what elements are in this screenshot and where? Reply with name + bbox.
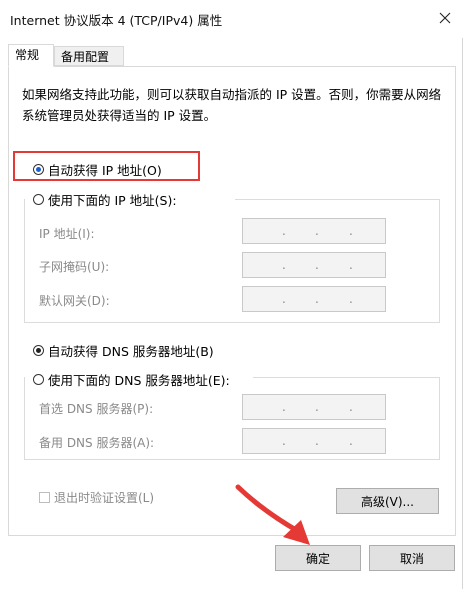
- dialog-window: Internet 协议版本 4 (TCP/IPv4) 属性 常规 备用配置 如果…: [0, 0, 469, 589]
- ok-button[interactable]: 确定: [275, 545, 361, 571]
- radio-auto-ip-circle: [33, 164, 44, 175]
- validate-on-exit-label: 退出时验证设置(L): [54, 491, 155, 505]
- close-button[interactable]: [428, 3, 462, 33]
- radio-auto-dns-label: 自动获得 DNS 服务器地址(B): [48, 344, 214, 359]
- close-icon: [439, 12, 451, 24]
- alternate-dns-label: 备用 DNS 服务器(A):: [39, 436, 155, 450]
- advanced-button[interactable]: 高级(V)...: [336, 488, 439, 514]
- radio-auto-ip-label: 自动获得 IP 地址(O): [48, 163, 162, 178]
- window-edge: [462, 38, 463, 589]
- ip-address-input[interactable]: ...: [242, 218, 386, 244]
- radio-selected-dot: [36, 348, 41, 353]
- preferred-dns-input[interactable]: ...: [242, 394, 386, 420]
- ip-address-label: IP 地址(I):: [39, 227, 95, 241]
- tab-alternate-config[interactable]: 备用配置: [54, 46, 124, 66]
- validate-on-exit-checkbox[interactable]: 退出时验证设置(L): [39, 489, 154, 506]
- alternate-dns-input[interactable]: ...: [242, 428, 386, 454]
- description-text: 如果网络支持此功能，则可以获取自动指派的 IP 设置。否则，你需要从网络系统管理…: [22, 87, 442, 123]
- tab-general[interactable]: 常规: [8, 44, 54, 67]
- radio-auto-dns-circle: [33, 345, 44, 356]
- cancel-button[interactable]: 取消: [369, 545, 455, 571]
- radio-auto-ip[interactable]: 自动获得 IP 地址(O): [33, 160, 162, 179]
- default-gateway-label: 默认网关(D):: [39, 294, 110, 308]
- subnet-mask-input[interactable]: ...: [242, 252, 386, 278]
- default-gateway-input[interactable]: ...: [242, 286, 386, 312]
- window-title: Internet 协议版本 4 (TCP/IPv4) 属性: [10, 13, 223, 28]
- preferred-dns-label: 首选 DNS 服务器(P):: [39, 402, 154, 416]
- title-bar: Internet 协议版本 4 (TCP/IPv4) 属性: [0, 0, 469, 38]
- subnet-mask-label: 子网掩码(U):: [39, 260, 110, 274]
- radio-auto-dns[interactable]: 自动获得 DNS 服务器地址(B): [33, 341, 214, 360]
- radio-selected-dot: [36, 167, 41, 172]
- checkbox-box: [39, 492, 50, 503]
